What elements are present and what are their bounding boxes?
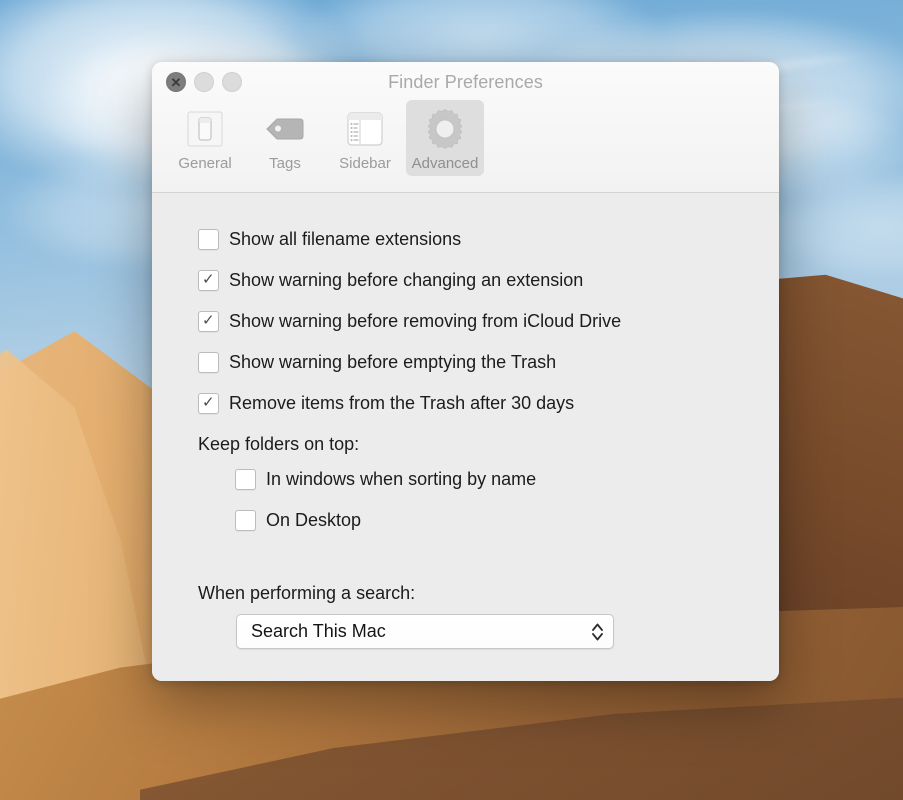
checkbox-warning-changing-extension[interactable]: ✓ xyxy=(198,270,219,291)
keep-folders-on-top-label: Keep folders on top: xyxy=(198,434,360,454)
general-window-icon xyxy=(182,106,228,152)
tab-tags[interactable]: Tags xyxy=(246,100,324,176)
checkbox-label: Show warning before emptying the Trash xyxy=(229,352,557,372)
checkbox-row-remove-items-after-30-days[interactable]: ✓ Remove items from the Trash after 30 d… xyxy=(198,383,779,424)
search-section: When performing a search: Search This Ma… xyxy=(198,583,779,649)
checkbox-label: Show warning before changing an extensio… xyxy=(229,270,584,290)
when-performing-a-search-label: When performing a search: xyxy=(198,583,416,603)
tab-general[interactable]: General xyxy=(166,100,244,176)
checkbox-in-windows-sorting-by-name[interactable] xyxy=(235,469,256,490)
checkbox-row-warning-removing-icloud[interactable]: ✓ Show warning before removing from iClo… xyxy=(198,301,779,342)
tab-label: Advanced xyxy=(411,155,479,172)
sidebar-window-icon xyxy=(342,106,388,152)
tab-advanced[interactable]: Advanced xyxy=(406,100,484,176)
checkmark-icon: ✓ xyxy=(202,394,215,411)
checkbox-label: Remove items from the Trash after 30 day… xyxy=(229,393,575,413)
checkbox-label: Show all filename extensions xyxy=(229,229,462,249)
advanced-pane: Show all filename extensions ✓ Show warn… xyxy=(152,193,779,681)
finder-preferences-window: ✕ Finder Preferences General Tags Sideba… xyxy=(152,62,779,681)
checkbox-show-all-filename-extensions[interactable] xyxy=(198,229,219,250)
window-toolbar: ✕ Finder Preferences General Tags Sideba… xyxy=(152,62,779,193)
page-title: Finder Preferences xyxy=(388,72,543,92)
gear-icon xyxy=(422,106,468,152)
tab-sidebar[interactable]: Sidebar xyxy=(326,100,404,176)
checkbox-label: In windows when sorting by name xyxy=(266,469,537,489)
chevron-updown-icon xyxy=(591,621,604,643)
checkbox-warning-removing-icloud[interactable]: ✓ xyxy=(198,311,219,332)
checkbox-on-desktop[interactable] xyxy=(235,510,256,531)
checkbox-row-in-windows-sorting-by-name[interactable]: In windows when sorting by name xyxy=(235,459,779,500)
tag-icon xyxy=(262,106,308,152)
checkbox-row-warning-emptying-trash[interactable]: Show warning before emptying the Trash xyxy=(198,342,779,383)
tab-label: Sidebar xyxy=(339,155,391,172)
search-scope-popup-button[interactable]: Search This Mac xyxy=(236,614,614,649)
checkbox-warning-emptying-trash[interactable] xyxy=(198,352,219,373)
checkbox-row-warning-changing-extension[interactable]: ✓ Show warning before changing an extens… xyxy=(198,260,779,301)
checkbox-row-show-all-filename-extensions[interactable]: Show all filename extensions xyxy=(198,219,779,260)
checkmark-icon: ✓ xyxy=(202,312,215,329)
checkbox-label: On Desktop xyxy=(266,510,362,530)
tab-label: General xyxy=(178,155,232,172)
checkmark-icon: ✓ xyxy=(202,271,215,288)
checkbox-remove-items-after-30-days[interactable]: ✓ xyxy=(198,393,219,414)
tab-label: Tags xyxy=(269,155,301,172)
checkbox-label: Show warning before removing from iCloud… xyxy=(229,311,622,331)
checkbox-row-on-desktop[interactable]: On Desktop xyxy=(235,500,779,541)
preferences-tabbar: General Tags Sidebar Advanced xyxy=(166,100,484,176)
search-scope-value: Search This Mac xyxy=(251,621,386,641)
